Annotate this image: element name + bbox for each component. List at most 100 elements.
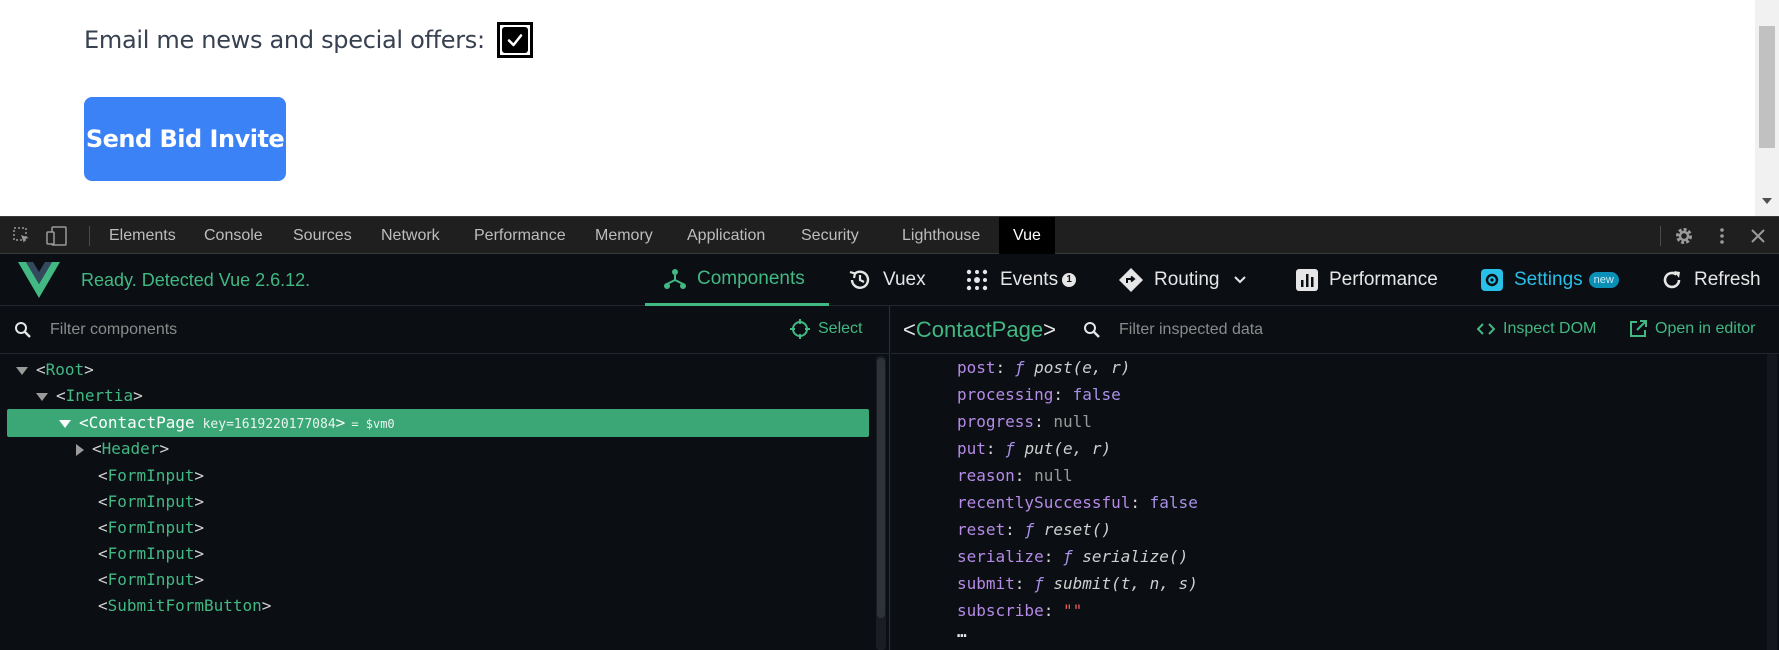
checkmark-icon	[501, 27, 528, 53]
data-row-reason[interactable]: reason: null	[957, 462, 1198, 489]
collapse-arrow-icon[interactable]	[76, 443, 84, 456]
devtools-tabbar: Elements Console Sources Network Perform…	[0, 216, 1779, 254]
search-icon	[14, 321, 32, 344]
crosshair-icon	[790, 319, 810, 339]
tab-security[interactable]: Security	[801, 217, 859, 254]
page-scrollbar[interactable]	[1755, 0, 1779, 216]
nav-vuex-label: Vuex	[883, 269, 926, 290]
tree-node-form-input[interactable]: <FormInput>	[98, 514, 204, 542]
tab-elements[interactable]: Elements	[109, 217, 176, 254]
inspected-data-list: post: ƒ post(e, r) processing: false pro…	[957, 354, 1198, 644]
tree-node-inertia[interactable]: <Inertia>	[36, 382, 143, 410]
filter-inspected-data-input[interactable]	[1119, 319, 1419, 341]
expand-arrow-icon[interactable]	[16, 366, 28, 375]
device-toolbar-icon[interactable]	[46, 226, 67, 246]
data-row-put[interactable]: put: ƒ put(e, r)	[957, 435, 1198, 462]
open-in-editor-button[interactable]: Open in editor	[1629, 320, 1756, 338]
inspected-component-name: <ContactPage>	[903, 317, 1056, 342]
tab-vue[interactable]: Vue	[999, 217, 1055, 254]
data-row-reset[interactable]: reset: ƒ reset()	[957, 516, 1198, 543]
tree-node-root[interactable]: <Root>	[16, 356, 94, 384]
devtools-panel: Elements Console Sources Network Perform…	[0, 216, 1779, 650]
scrollbar-thumb[interactable]	[877, 358, 885, 618]
tree-node-form-input[interactable]: <FormInput>	[98, 488, 204, 516]
routing-icon	[1118, 267, 1144, 293]
tree-node-header[interactable]: <Header>	[76, 435, 169, 463]
events-count-badge: 1	[1062, 273, 1077, 287]
nav-routing[interactable]: Routing	[1118, 254, 1258, 306]
data-row-post[interactable]: post: ƒ post(e, r)	[957, 354, 1198, 381]
external-link-icon	[1630, 320, 1647, 337]
nav-refresh-label: Refresh	[1694, 269, 1761, 290]
tab-performance[interactable]: Performance	[474, 217, 566, 254]
tree-node-contact-page[interactable]: <ContactPage key=1619220177084> = $vm0	[7, 409, 869, 437]
inspect-element-icon[interactable]	[12, 226, 32, 246]
inspect-dom-button[interactable]: Inspect DOM	[1477, 320, 1596, 338]
vue-devtools-header: Ready. Detected Vue 2.6.12. Components V…	[0, 254, 1779, 306]
nav-performance[interactable]: Performance	[1295, 254, 1438, 306]
inspector-panel: <ContactPage> Inspect DOM Open in editor…	[891, 306, 1779, 650]
vm-reference: = $vm0	[351, 417, 395, 431]
email-opt-in-row: Email me news and special offers:	[84, 22, 533, 58]
nav-performance-label: Performance	[1329, 269, 1438, 290]
inspector-header: <ContactPage> Inspect DOM Open in editor	[891, 306, 1779, 354]
component-key: key=1619220177084	[202, 417, 336, 432]
close-icon[interactable]	[1748, 226, 1768, 246]
select-component-button[interactable]: Select	[790, 319, 862, 339]
select-label: Select	[818, 320, 863, 337]
more-data-ellipsis[interactable]: …	[957, 624, 1198, 644]
open-in-editor-label: Open in editor	[1655, 320, 1756, 337]
tab-application[interactable]: Application	[687, 217, 765, 254]
data-row-processing[interactable]: processing: false	[957, 381, 1198, 408]
nav-routing-label: Routing	[1154, 269, 1220, 290]
filter-components-input[interactable]	[50, 319, 650, 341]
nav-components-label: Components	[697, 267, 805, 289]
bar-chart-icon	[1296, 269, 1318, 291]
component-tree-panel: Select <Root> <Inertia> <ContactPagekey=…	[0, 306, 890, 650]
more-options-icon[interactable]	[1712, 226, 1732, 246]
data-row-subscribe[interactable]: subscribe: ""	[957, 597, 1198, 624]
email-opt-in-label: Email me news and special offers:	[84, 26, 485, 54]
nav-settings[interactable]: Settings new	[1480, 254, 1619, 306]
scroll-down-arrow-icon[interactable]	[1762, 198, 1772, 204]
expand-arrow-icon[interactable]	[36, 392, 48, 401]
nav-settings-label: Settings	[1514, 269, 1583, 290]
tree-node-form-input[interactable]: <FormInput>	[98, 462, 204, 490]
nav-events-label: Events	[1000, 269, 1059, 290]
tab-console[interactable]: Console	[204, 217, 263, 254]
expand-arrow-icon[interactable]	[59, 419, 71, 428]
scrollbar-thumb[interactable]	[1759, 26, 1775, 148]
tab-lighthouse[interactable]: Lighthouse	[902, 217, 980, 254]
tab-network[interactable]: Network	[381, 217, 440, 254]
code-icon	[1477, 323, 1495, 335]
vue-logo-icon	[18, 262, 60, 303]
data-row-recently-successful[interactable]: recentlySuccessful: false	[957, 489, 1198, 516]
tree-node-form-input[interactable]: <FormInput>	[98, 540, 204, 568]
inspector-scrollbar[interactable]	[1767, 354, 1777, 650]
tree-scrollbar[interactable]	[876, 356, 886, 650]
nav-components[interactable]: Components	[645, 254, 829, 306]
nav-vuex[interactable]: Vuex	[847, 254, 926, 306]
chevron-down-icon	[1233, 276, 1246, 284]
data-row-serialize[interactable]: serialize: ƒ serialize()	[957, 543, 1198, 570]
email-opt-in-checkbox[interactable]	[496, 22, 533, 58]
components-icon	[664, 268, 686, 289]
refresh-icon	[1663, 271, 1681, 289]
search-icon	[1083, 321, 1101, 344]
tab-sources[interactable]: Sources	[293, 217, 352, 254]
data-row-submit[interactable]: submit: ƒ submit(t, n, s)	[957, 570, 1198, 597]
tree-node-form-input[interactable]: <FormInput>	[98, 566, 204, 594]
tree-node-submit-form-button[interactable]: <SubmitFormButton>	[98, 592, 271, 620]
gear-icon[interactable]	[1674, 226, 1694, 246]
history-icon	[849, 270, 870, 289]
settings-icon	[1481, 269, 1503, 291]
tab-memory[interactable]: Memory	[595, 217, 653, 254]
data-row-progress[interactable]: progress: null	[957, 408, 1198, 435]
inspect-dom-label: Inspect DOM	[1503, 320, 1597, 337]
nav-events[interactable]: Events 1	[964, 254, 1077, 306]
events-icon	[966, 269, 988, 291]
vue-detected-status: Ready. Detected Vue 2.6.12.	[81, 270, 311, 290]
divider	[1660, 226, 1661, 246]
send-bid-invite-button[interactable]: Send Bid Invite	[84, 97, 286, 181]
nav-refresh[interactable]: Refresh	[1660, 254, 1761, 306]
